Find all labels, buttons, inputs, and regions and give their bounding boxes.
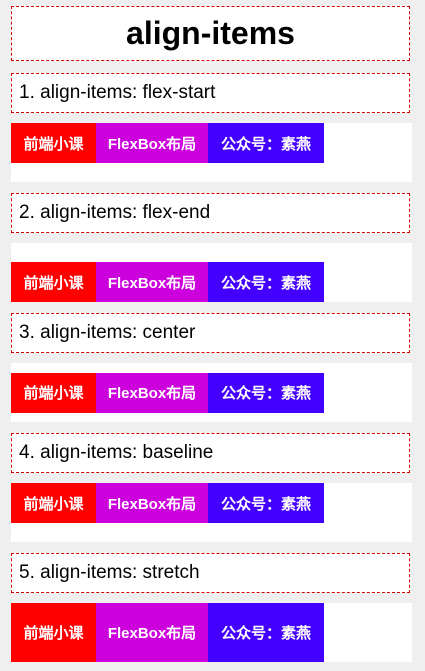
flex-item-2: FlexBox布局 [96,483,208,523]
flex-demo-container: 前端小课 FlexBox布局 公众号：素燕 [11,363,412,422]
page-title-box: align-items [11,6,410,61]
section-label: 5. align-items: stretch [19,562,200,583]
flex-item-1: 前端小课 [11,603,96,662]
page-title: align-items [126,15,295,51]
flex-item-1: 前端小课 [11,372,96,413]
flex-item-2: FlexBox布局 [96,262,208,302]
flex-item-1: 前端小课 [11,483,96,523]
section-label: 2. align-items: flex-end [19,202,211,223]
section-label-box: 1. align-items: flex-start [11,73,410,113]
flex-demo-container: 前端小课 FlexBox布局 公众号：素燕 [11,483,412,542]
section-label-box: 3. align-items: center [11,313,410,353]
section-label-box: 4. align-items: baseline [11,433,410,473]
section-label-box: 2. align-items: flex-end [11,193,410,233]
flex-item-3: 公众号：素燕 [208,483,324,523]
section-label-box: 5. align-items: stretch [11,553,410,593]
flex-item-1: 前端小课 [11,262,96,302]
flex-item-1: 前端小课 [11,123,96,163]
flex-item-3: 公众号：素燕 [208,123,324,163]
flex-demo-container: 前端小课 FlexBox布局 公众号：素燕 [11,243,412,302]
section-label: 3. align-items: center [19,322,196,343]
flex-item-2: FlexBox布局 [96,123,208,163]
flex-item-3: 公众号：素燕 [208,262,324,302]
flex-item-3: 公众号：素燕 [208,603,324,662]
flex-demo-container: 前端小课 FlexBox布局 公众号：素燕 [11,603,412,662]
section-label: 4. align-items: baseline [19,442,214,463]
flex-item-3: 公众号：素燕 [208,372,324,413]
flex-item-2: FlexBox布局 [96,372,208,413]
section-label: 1. align-items: flex-start [19,82,216,103]
flex-demo-container: 前端小课 FlexBox布局 公众号：素燕 [11,123,412,182]
flex-item-2: FlexBox布局 [96,603,208,662]
